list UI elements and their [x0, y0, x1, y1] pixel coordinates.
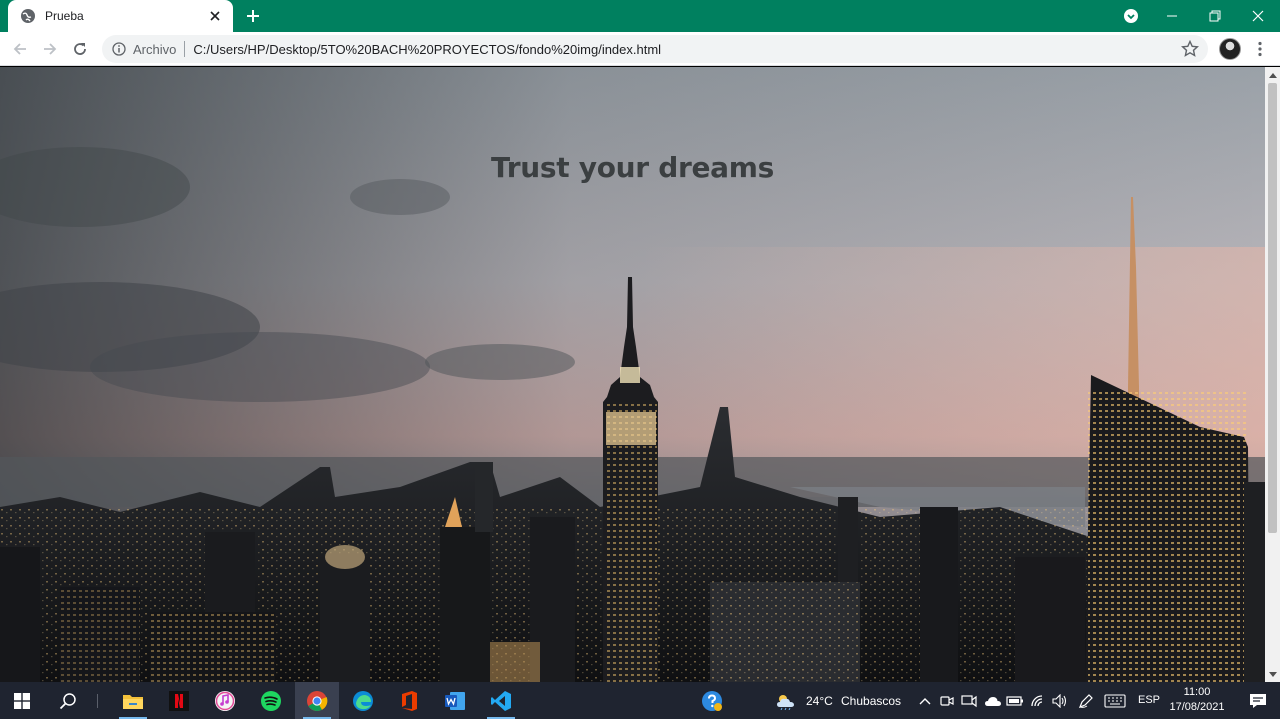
- start-icon[interactable]: [0, 682, 44, 719]
- scheme-label: Archivo: [133, 41, 177, 57]
- search-icon[interactable]: [46, 682, 90, 719]
- back-arrow-icon[interactable]: [8, 37, 32, 61]
- screen-share-icon[interactable]: [958, 682, 980, 719]
- forward-arrow-icon[interactable]: [38, 37, 62, 61]
- page-headline: Trust your dreams: [490, 151, 775, 184]
- wifi-icon[interactable]: [1027, 682, 1049, 719]
- reload-icon[interactable]: [68, 37, 92, 61]
- tab-strip: Prueba: [0, 0, 1280, 32]
- scrollbar-thumb[interactable]: [1268, 83, 1277, 533]
- clock-date: 17/08/2021: [1169, 701, 1225, 713]
- browser-toolbar: Archivo C:/Users/HP/Desktop/5TO%20BACH%2…: [0, 32, 1280, 66]
- netflix-icon[interactable]: [157, 682, 201, 719]
- weather-description[interactable]: Chubascos: [841, 694, 901, 708]
- battery-icon[interactable]: [1004, 682, 1026, 719]
- page-viewport: Trust your dreams: [0, 67, 1265, 682]
- chrome-icon[interactable]: [295, 682, 339, 719]
- word-icon[interactable]: [433, 682, 477, 719]
- new-tab-button[interactable]: [242, 5, 264, 27]
- file-explorer-icon[interactable]: [111, 682, 155, 719]
- profile-avatar[interactable]: [1219, 38, 1241, 60]
- onedrive-icon[interactable]: [982, 682, 1004, 719]
- pen-icon[interactable]: [1074, 682, 1098, 719]
- help-icon[interactable]: [690, 682, 734, 719]
- tab-prueba[interactable]: Prueba: [8, 0, 233, 32]
- tab-title: Prueba: [45, 9, 84, 23]
- minimize-icon[interactable]: [1150, 0, 1194, 32]
- office-icon[interactable]: [387, 682, 431, 719]
- taskbar-separator: [97, 694, 98, 708]
- bookmark-star-icon[interactable]: [1181, 40, 1199, 58]
- kebab-menu-icon[interactable]: [1252, 39, 1268, 59]
- scroll-down-icon[interactable]: [1268, 670, 1277, 679]
- touch-keyboard-icon[interactable]: [1101, 682, 1129, 719]
- omnibox-separator: [184, 41, 186, 57]
- clock-time: 11:00: [1183, 686, 1211, 698]
- restore-icon[interactable]: [1193, 0, 1237, 32]
- info-icon[interactable]: [112, 42, 126, 56]
- scroll-up-icon[interactable]: [1268, 70, 1277, 79]
- notifications-icon[interactable]: [1236, 682, 1280, 719]
- close-tab-icon[interactable]: [207, 8, 223, 24]
- weather-temperature[interactable]: 24°C: [806, 694, 833, 708]
- edge-icon[interactable]: [341, 682, 385, 719]
- windows-taskbar: 24°C Chubascos ESP 11:00 17/08/2021: [0, 682, 1280, 719]
- tab-search-button[interactable]: [1109, 0, 1153, 32]
- close-window-icon[interactable]: [1236, 0, 1280, 32]
- itunes-icon[interactable]: [203, 682, 247, 719]
- system-clock[interactable]: 11:00 17/08/2021: [1162, 685, 1232, 715]
- weather-icon[interactable]: [764, 682, 808, 719]
- page-scrollbar[interactable]: [1265, 67, 1280, 682]
- meet-now-icon[interactable]: [936, 682, 958, 719]
- language-indicator[interactable]: ESP: [1138, 694, 1160, 706]
- spotify-icon[interactable]: [249, 682, 293, 719]
- chevron-up-icon[interactable]: [914, 682, 936, 719]
- globe-icon: [20, 8, 36, 24]
- vscode-icon[interactable]: [479, 682, 523, 719]
- volume-icon[interactable]: [1049, 682, 1071, 719]
- url-text[interactable]: C:/Users/HP/Desktop/5TO%20BACH%20PROYECT…: [193, 42, 661, 57]
- address-bar[interactable]: Archivo C:/Users/HP/Desktop/5TO%20BACH%2…: [102, 35, 1208, 63]
